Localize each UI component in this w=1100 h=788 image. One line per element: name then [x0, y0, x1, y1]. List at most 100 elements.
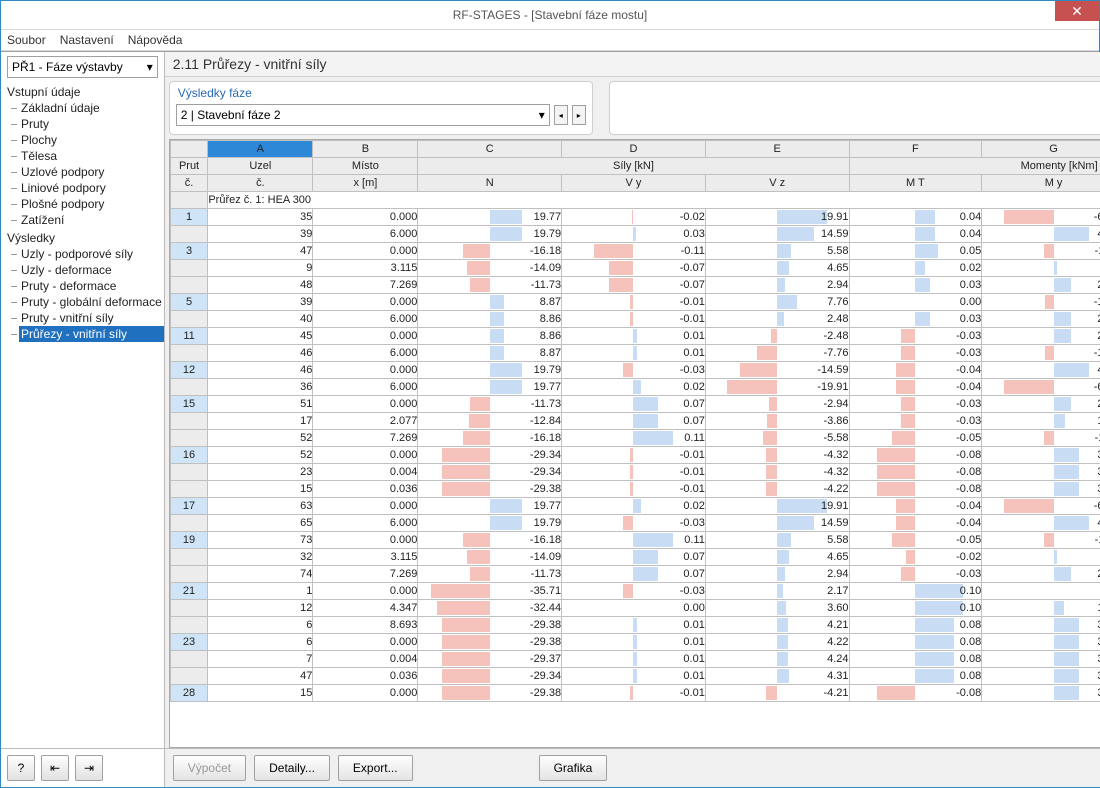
row-header[interactable]: 28 — [170, 685, 208, 702]
cell-x[interactable]: 8.693 — [313, 617, 418, 634]
cell-uzel[interactable]: 7 — [208, 651, 313, 668]
cell-x[interactable]: 0.036 — [313, 668, 418, 685]
phase-prev-button[interactable]: ◂ — [554, 105, 568, 125]
cell[interactable]: -0.03 — [849, 566, 982, 583]
row-header[interactable]: 19 — [170, 532, 208, 549]
cell[interactable]: 30.45 — [982, 447, 1100, 464]
phase-next-button[interactable]: ▸ — [572, 105, 586, 125]
cell[interactable]: -29.34 — [418, 668, 562, 685]
cell[interactable]: 42.63 — [982, 515, 1100, 532]
cell[interactable]: -60.66 — [982, 209, 1100, 226]
cell[interactable]: 2.48 — [705, 311, 849, 328]
cell-uzel[interactable]: 65 — [208, 515, 313, 532]
cell-x[interactable]: 6.000 — [313, 379, 418, 396]
cell[interactable]: 13.12 — [982, 413, 1100, 430]
cell[interactable]: 19.77 — [418, 498, 562, 515]
col-D[interactable]: D — [562, 141, 706, 158]
cell[interactable]: -0.11 — [562, 243, 706, 260]
cell[interactable]: 0.08 — [849, 668, 982, 685]
cell-uzel[interactable]: 46 — [208, 362, 313, 379]
cell[interactable]: 19.77 — [418, 379, 562, 396]
col-E[interactable]: E — [705, 141, 849, 158]
cell[interactable]: 20.20 — [982, 396, 1100, 413]
col-G[interactable]: G — [982, 141, 1100, 158]
cell[interactable]: 7.76 — [705, 294, 849, 311]
row-header[interactable] — [170, 413, 208, 430]
cell[interactable]: -11.77 — [982, 532, 1100, 549]
cell[interactable]: 0.07 — [562, 413, 706, 430]
cell-x[interactable]: 0.004 — [313, 651, 418, 668]
row-header[interactable] — [170, 345, 208, 362]
cell[interactable]: 0.03 — [562, 226, 706, 243]
cell-uzel[interactable]: 46 — [208, 345, 313, 362]
cell[interactable]: 0.07 — [562, 549, 706, 566]
cell[interactable]: -0.07 — [562, 260, 706, 277]
row-header[interactable]: 3 — [170, 243, 208, 260]
cell[interactable]: -0.08 — [849, 685, 982, 702]
cell[interactable]: -0.03 — [562, 583, 706, 600]
cell[interactable]: 20.20 — [982, 277, 1100, 294]
col-B[interactable]: B — [313, 141, 418, 158]
detaily-button[interactable]: Detaily... — [254, 755, 330, 781]
cell[interactable]: 19.91 — [705, 209, 849, 226]
cell[interactable]: -16.18 — [418, 243, 562, 260]
cell[interactable]: -16.18 — [418, 532, 562, 549]
tree-zakladni[interactable]: Základní údaje — [19, 100, 164, 116]
cell[interactable]: 42.63 — [982, 362, 1100, 379]
cell[interactable]: 0.02 — [849, 260, 982, 277]
cell-uzel[interactable]: 23 — [208, 464, 313, 481]
cell[interactable]: 30.43 — [982, 464, 1100, 481]
cell[interactable]: -10.02 — [982, 294, 1100, 311]
cell[interactable]: -0.03 — [562, 362, 706, 379]
cell-uzel[interactable]: 74 — [208, 566, 313, 583]
cell[interactable]: -11.73 — [418, 396, 562, 413]
cell-x[interactable]: 0.000 — [313, 328, 418, 345]
menu-soubor[interactable]: Soubor — [7, 33, 46, 47]
cell[interactable]: 8.87 — [418, 345, 562, 362]
col-C[interactable]: C — [418, 141, 562, 158]
cell[interactable]: -0.08 — [849, 481, 982, 498]
cell[interactable]: 30.29 — [982, 634, 1100, 651]
cell[interactable]: -0.07 — [562, 277, 706, 294]
phase-combo[interactable]: PŘ1 - Fáze výstavby▾ — [7, 56, 158, 78]
next-table-button[interactable]: ⇥ — [75, 755, 103, 781]
cell-x[interactable]: 4.347 — [313, 600, 418, 617]
col-A[interactable]: A — [208, 141, 313, 158]
row-header[interactable] — [170, 668, 208, 685]
help-button[interactable]: ? — [7, 755, 35, 781]
cell[interactable]: 30.29 — [982, 617, 1100, 634]
cell[interactable]: -0.01 — [562, 481, 706, 498]
row-header[interactable]: 5 — [170, 294, 208, 311]
cell[interactable]: 4.27 — [982, 260, 1100, 277]
tree-vstupni[interactable]: Vstupní údaje — [5, 84, 164, 100]
cell[interactable]: -7.76 — [705, 345, 849, 362]
cell[interactable]: 20.20 — [982, 566, 1100, 583]
cell[interactable]: 4.22 — [705, 634, 849, 651]
cell[interactable]: -29.37 — [418, 651, 562, 668]
cell[interactable]: -29.38 — [418, 481, 562, 498]
cell-uzel[interactable]: 47 — [208, 243, 313, 260]
cell[interactable]: 0.03 — [849, 311, 982, 328]
cell-uzel[interactable]: 9 — [208, 260, 313, 277]
cell[interactable]: 19.79 — [418, 362, 562, 379]
cell-x[interactable]: 3.115 — [313, 549, 418, 566]
cell[interactable]: 42.63 — [982, 226, 1100, 243]
row-header[interactable] — [170, 515, 208, 532]
cell[interactable]: 0.01 — [562, 668, 706, 685]
row-header[interactable]: 15 — [170, 396, 208, 413]
cell[interactable]: 0.00 — [849, 294, 982, 311]
cell-uzel[interactable]: 36 — [208, 379, 313, 396]
cell[interactable]: -14.09 — [418, 549, 562, 566]
row-header[interactable] — [170, 464, 208, 481]
cell[interactable]: 0.08 — [849, 634, 982, 651]
row-header[interactable]: 1 — [170, 209, 208, 226]
cell[interactable]: -0.03 — [562, 515, 706, 532]
cell[interactable]: -29.38 — [418, 685, 562, 702]
cell[interactable]: -0.03 — [849, 345, 982, 362]
tree-pruty[interactable]: Pruty — [19, 116, 164, 132]
cell[interactable]: -0.01 — [562, 464, 706, 481]
cell-uzel[interactable]: 63 — [208, 498, 313, 515]
cell[interactable]: -12.84 — [418, 413, 562, 430]
cell[interactable]: -4.21 — [705, 685, 849, 702]
cell[interactable]: 20.67 — [982, 328, 1100, 345]
